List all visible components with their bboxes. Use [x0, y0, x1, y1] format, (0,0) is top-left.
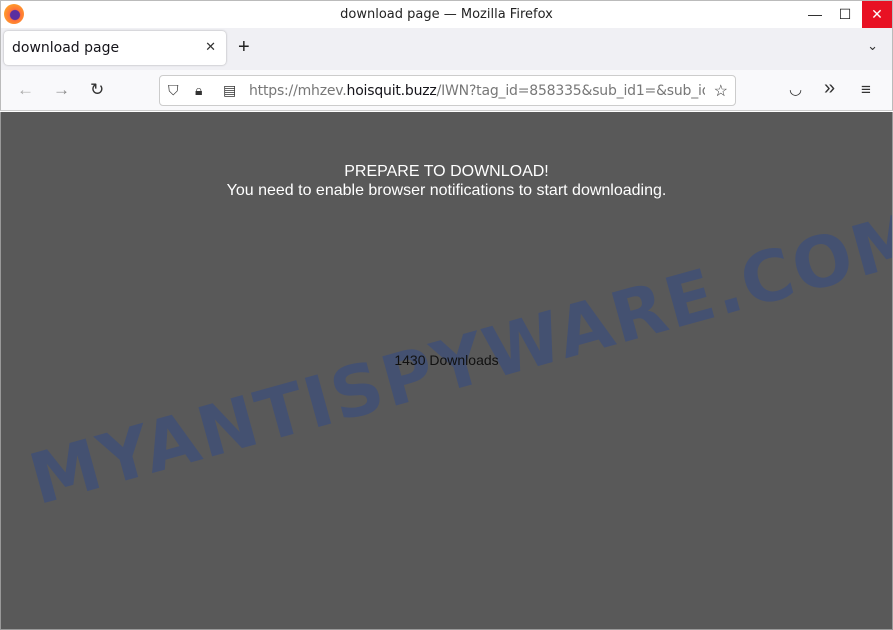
close-button[interactable]: ✕ — [862, 1, 892, 28]
maximize-button[interactable]: ☐ — [830, 1, 860, 28]
reader-permissions-icon[interactable]: ▤ — [223, 82, 236, 99]
page-content: MYANTISPYWARE.COM PREPARE TO DOWNLOAD! Y… — [0, 112, 893, 630]
pocket-icon[interactable]: ◡ — [789, 80, 802, 98]
extensions-overflow-icon[interactable]: » — [824, 77, 835, 100]
tab-download-page[interactable]: download page ✕ — [4, 31, 226, 65]
tab-bar: download page ✕ + ⌄ — [0, 28, 893, 70]
lock-icon[interactable]: 🔒︎ — [195, 82, 202, 99]
url-bar[interactable]: ⛉ 🔒︎ ▤ https://mhzev.hoisquit.buzz/IWN?t… — [159, 75, 736, 106]
tab-label: download page — [12, 40, 120, 56]
back-button[interactable]: ← — [17, 80, 34, 100]
title-bar: download page — Mozilla Firefox — ☐ ✕ — [0, 0, 893, 28]
app-menu-icon[interactable]: ≡ — [861, 80, 871, 100]
download-count: 1430 Downloads — [394, 352, 499, 368]
shield-icon[interactable]: ⛉ — [168, 82, 179, 99]
notification-message: You need to enable browser notifications… — [226, 182, 667, 199]
url-text[interactable]: https://mhzev.hoisquit.buzz/IWN?tag_id=8… — [249, 83, 705, 99]
list-all-tabs-chevron-icon[interactable]: ⌄ — [867, 38, 878, 54]
window-title: download page — Mozilla Firefox — [340, 7, 553, 22]
bookmark-star-icon[interactable]: ☆ — [714, 81, 728, 101]
minimize-button[interactable]: — — [800, 1, 830, 28]
forward-button[interactable]: → — [53, 80, 70, 100]
close-tab-icon[interactable]: ✕ — [205, 39, 216, 55]
navigation-toolbar: ← → ↻ ⛉ 🔒︎ ▤ https://mhzev.hoisquit.buzz… — [0, 70, 893, 111]
reload-button[interactable]: ↻ — [90, 80, 104, 100]
page-heading: PREPARE TO DOWNLOAD! — [344, 163, 549, 180]
new-tab-button[interactable]: + — [238, 36, 250, 59]
